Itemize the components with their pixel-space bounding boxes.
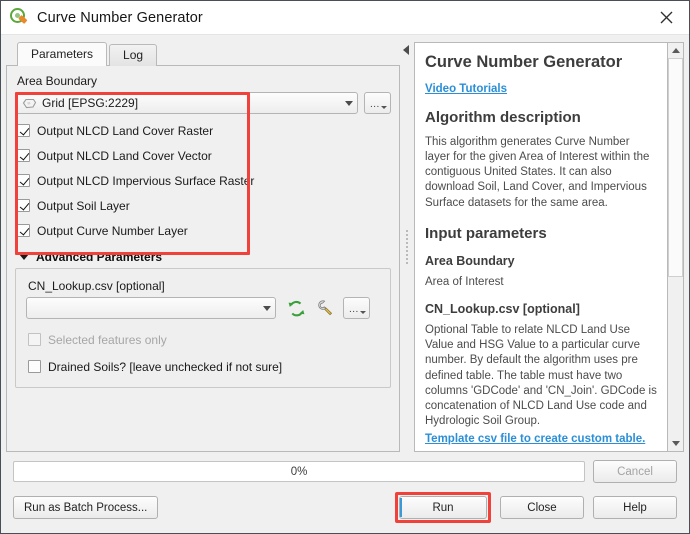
checkbox-box — [28, 333, 41, 346]
parameters-pane: Parameters Log Area Boundary Grid [EPSG:… — [6, 41, 400, 452]
area-boundary-label: Area Boundary — [17, 74, 391, 88]
run-as-batch-process-button[interactable]: Run as Batch Process... — [13, 496, 158, 519]
area-boundary-row: Grid [EPSG:2229] ... — [15, 92, 391, 114]
cn-lookup-browse-button[interactable]: ... — [343, 297, 370, 319]
curve-number-generator-dialog: Curve Number Generator Parameters Log Ar… — [0, 0, 690, 534]
checkbox-output-nlcd-land-cover-raster[interactable]: Output NLCD Land Cover Raster — [17, 122, 391, 139]
area-boundary-browse-button[interactable]: ... — [364, 92, 391, 114]
cancel-button-label: Cancel — [617, 466, 653, 478]
help-param-cn-lookup-text: Optional Table to relate NLCD Land Use V… — [425, 323, 657, 429]
tab-strip: Parameters Log — [6, 41, 400, 66]
advanced-parameters-title: Advanced Parameters — [36, 250, 162, 264]
tab-parameters-label: Parameters — [31, 47, 93, 61]
help-section-algorithm: Algorithm description — [425, 109, 657, 126]
refresh-icon[interactable] — [285, 297, 307, 319]
tab-parameters[interactable]: Parameters — [17, 42, 107, 66]
checkbox-label: Drained Soils? [leave unchecked if not s… — [48, 360, 282, 374]
checkbox-label: Output Curve Number Layer — [37, 224, 188, 238]
cn-lookup-browse-label: ... — [349, 304, 359, 315]
video-tutorials-link[interactable]: Video Tutorials — [425, 83, 507, 95]
area-boundary-browse-label: ... — [370, 99, 380, 110]
video-tutorials-link-block: Video Tutorials — [425, 81, 657, 95]
cn-lookup-tools: ... — [285, 297, 370, 319]
title-bar: Curve Number Generator — [1, 1, 689, 35]
help-button[interactable]: Help — [593, 496, 677, 519]
output-options-list: Output NLCD Land Cover Raster Output NLC… — [15, 122, 391, 239]
chevron-down-icon — [672, 441, 680, 446]
run-as-batch-process-label: Run as Batch Process... — [24, 502, 147, 514]
help-content: Curve Number Generator Video Tutorials A… — [414, 42, 668, 452]
cn-lookup-row: ... — [26, 297, 380, 319]
help-param-area-boundary-text: Area of Interest — [425, 275, 657, 290]
dialog-footer: 0% Cancel Run as Batch Process... Run Cl… — [1, 452, 689, 533]
progress-row: 0% Cancel — [13, 460, 677, 483]
help-param-cn-lookup-title: CN_Lookup.csv [optional] — [425, 302, 657, 316]
help-title: Curve Number Generator — [425, 53, 657, 72]
checkbox-label: Output Soil Layer — [37, 199, 130, 213]
run-button[interactable]: Run — [399, 496, 487, 519]
checkbox-output-curve-number-layer[interactable]: Output Curve Number Layer — [17, 222, 391, 239]
progress-bar: 0% — [13, 461, 585, 482]
checkbox-box — [17, 149, 30, 162]
help-algorithm-text: This algorithm generates Curve Number la… — [425, 135, 657, 211]
area-boundary-combo[interactable]: Grid [EPSG:2229] — [15, 92, 358, 114]
window-title: Curve Number Generator — [37, 10, 203, 26]
scroll-up-button[interactable] — [668, 43, 683, 58]
checkbox-selected-features-only: Selected features only — [28, 331, 380, 348]
checkbox-label: Selected features only — [48, 333, 167, 347]
checkbox-output-nlcd-land-cover-vector[interactable]: Output NLCD Land Cover Vector — [17, 147, 391, 164]
checkbox-label: Output NLCD Impervious Surface Raster — [37, 174, 254, 188]
help-section-input-parameters: Input parameters — [425, 225, 657, 242]
scroll-track[interactable] — [668, 58, 683, 436]
pane-splitter[interactable] — [400, 41, 414, 452]
checkbox-output-nlcd-impervious-surface-raster[interactable]: Output NLCD Impervious Surface Raster — [17, 172, 391, 189]
chevron-down-icon — [345, 101, 353, 106]
chevron-down-icon — [360, 311, 366, 314]
close-button[interactable]: Close — [500, 496, 584, 519]
collapse-left-icon[interactable] — [403, 45, 409, 55]
polygon-layer-icon — [22, 98, 37, 109]
tab-log-label: Log — [123, 48, 143, 62]
checkbox-box — [17, 224, 30, 237]
chevron-down-icon — [19, 254, 29, 260]
cancel-button[interactable]: Cancel — [593, 460, 677, 483]
checkbox-box — [17, 174, 30, 187]
cn-lookup-label: CN_Lookup.csv [optional] — [28, 279, 380, 293]
help-scrollbar[interactable] — [668, 42, 684, 452]
chevron-down-icon — [263, 306, 271, 311]
checkbox-drained-soils[interactable]: Drained Soils? [leave unchecked if not s… — [28, 358, 380, 375]
action-button-row: Run as Batch Process... Run Close Help — [13, 492, 677, 523]
chevron-down-icon — [381, 106, 387, 109]
checkbox-output-soil-layer[interactable]: Output Soil Layer — [17, 197, 391, 214]
dialog-body: Parameters Log Area Boundary Grid [EPSG:… — [1, 35, 689, 452]
help-pane: Curve Number Generator Video Tutorials A… — [414, 41, 684, 452]
checkbox-box — [17, 124, 30, 137]
template-link-block: Template csv file to create custom table… — [425, 431, 657, 445]
chevron-up-icon — [672, 48, 680, 53]
qgis-icon — [10, 8, 29, 27]
close-icon[interactable] — [643, 1, 689, 33]
scroll-thumb[interactable] — [668, 58, 683, 277]
help-button-label: Help — [623, 502, 647, 514]
parameters-panel: Area Boundary Grid [EPSG:2229] ... — [6, 65, 400, 452]
splitter-grip — [406, 229, 408, 265]
area-boundary-value: Grid [EPSG:2229] — [42, 96, 339, 110]
close-button-label: Close — [527, 502, 556, 514]
help-param-area-boundary-title: Area Boundary — [425, 254, 657, 268]
tab-log[interactable]: Log — [109, 44, 157, 66]
checkbox-box — [28, 360, 41, 373]
highlight-run-button: Run — [395, 492, 491, 523]
cn-lookup-combo[interactable] — [26, 297, 276, 319]
advanced-parameters-toggle[interactable]: Advanced Parameters — [19, 250, 391, 264]
template-csv-link[interactable]: Template csv file to create custom table… — [425, 433, 645, 445]
scroll-down-button[interactable] — [668, 436, 683, 451]
wrench-icon[interactable] — [314, 297, 336, 319]
checkbox-label: Output NLCD Land Cover Vector — [37, 149, 212, 163]
advanced-parameters-group: CN_Lookup.csv [optional] — [15, 268, 391, 388]
checkbox-box — [17, 199, 30, 212]
progress-label: 0% — [291, 466, 308, 478]
run-button-label: Run — [432, 502, 453, 514]
checkbox-label: Output NLCD Land Cover Raster — [37, 124, 213, 138]
